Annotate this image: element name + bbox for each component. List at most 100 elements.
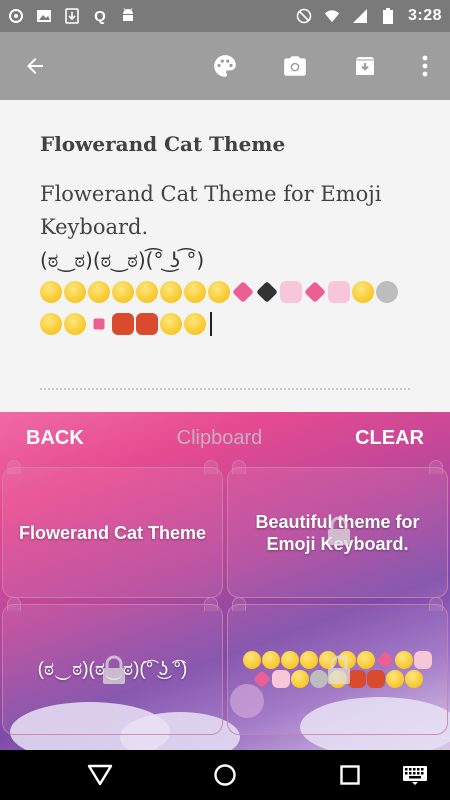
note-kaomoji: (ಠ‿ಠ)(ಠ‿ಠ)(͡° ͜ʖ ͡°) [40, 248, 205, 272]
grinning-emoji-icon [40, 281, 62, 303]
back-button[interactable] [0, 32, 70, 100]
crab-emoji-icon [112, 313, 134, 335]
smirk-emoji-icon [88, 281, 110, 303]
keyboard-switch-button[interactable] [385, 750, 445, 800]
smile-emoji-icon [136, 281, 158, 303]
divider [40, 388, 410, 390]
status-time: 3:28 [407, 7, 442, 24]
clipboard-item-text: Flowerand Cat Theme [18, 522, 207, 543]
note-line-2: Keyboard. [40, 215, 149, 239]
heart-emoji-icon [376, 651, 394, 669]
camera-icon [284, 56, 306, 76]
hundred-emoji-icon [366, 670, 385, 688]
hug-emoji-icon [404, 670, 423, 688]
nav-back-button[interactable] [60, 750, 140, 800]
archive-icon [356, 57, 374, 75]
wifi-icon [324, 8, 340, 24]
card-ear [429, 460, 443, 474]
thumbs-up-emoji-icon [271, 670, 290, 688]
note-body[interactable]: Flowerand Cat Theme for Emoji Keyboard. … [40, 178, 410, 340]
clipboard-back-button[interactable]: BACK [26, 427, 84, 450]
circle-home-icon [214, 764, 236, 786]
note-editor[interactable]: Flowerand Cat Theme Flowerand Cat Theme … [0, 100, 450, 412]
more-icon [422, 55, 428, 77]
card-ear [232, 460, 246, 474]
black-heart-emoji-icon [256, 281, 278, 303]
archive-button[interactable] [330, 32, 400, 100]
nav-home-button[interactable] [185, 750, 265, 800]
heart-emoji-icon [232, 281, 254, 303]
heart-eyes-emoji-icon [64, 281, 86, 303]
clipboard-item-2[interactable]: Beautiful theme for Emoji Keyboard. [227, 460, 448, 598]
nav-recents-button[interactable] [310, 750, 390, 800]
clipboard-header: BACK Clipboard CLEAR [0, 412, 450, 464]
camera-button[interactable] [260, 32, 330, 100]
smirk-emoji-icon [281, 651, 299, 669]
hug-emoji-icon [395, 651, 413, 669]
emoji-row-1 [40, 276, 410, 308]
card-ear [429, 597, 443, 611]
hands-emoji-icon [290, 670, 309, 688]
chick-emoji-icon [160, 281, 182, 303]
battery-icon [380, 8, 396, 24]
eyes-emoji-icon [93, 318, 105, 330]
arrow-back-icon [27, 58, 43, 74]
palette-icon [214, 55, 236, 77]
sync-icon [8, 8, 24, 24]
blush-emoji-icon [112, 281, 134, 303]
more-options-button[interactable] [400, 32, 450, 100]
lock-icon [103, 655, 125, 684]
navigation-bar [0, 750, 450, 800]
q-app-icon: Q [94, 7, 106, 25]
kiss-emoji-icon [208, 281, 230, 303]
theme-button[interactable] [190, 32, 260, 100]
lock-icon [328, 516, 350, 545]
keyboard-icon [403, 766, 427, 785]
thumbs-up-emoji-icon [328, 281, 350, 303]
hands-emoji-icon [352, 281, 374, 303]
card-ear [7, 460, 21, 474]
card-ear [7, 597, 21, 611]
two-hearts-emoji-icon [304, 281, 326, 303]
chick-emoji-icon [40, 313, 62, 335]
card-ear [232, 597, 246, 611]
scream-emoji-icon [385, 670, 404, 688]
clipboard-item-4[interactable] [227, 597, 448, 735]
scream-emoji-icon [160, 313, 182, 335]
card-ear [204, 597, 218, 611]
emoji-row-2 [40, 308, 410, 340]
clipboard-clear-button[interactable]: CLEAR [355, 427, 424, 450]
status-right-icons: 3:28 [296, 7, 442, 25]
cat-decoration [230, 684, 264, 718]
ok-hand-emoji-icon [280, 281, 302, 303]
lock-icon [328, 655, 350, 684]
text-cursor [210, 312, 212, 336]
hundred-emoji-icon [136, 313, 158, 335]
ok-hand-emoji-icon [414, 651, 432, 669]
kiss-emoji-icon [357, 651, 375, 669]
victory-hand-emoji-icon [309, 670, 328, 688]
status-bar: Q 3:28 [0, 0, 450, 32]
card-ear [204, 460, 218, 474]
heart-eyes-emoji-icon [262, 651, 280, 669]
keyboard-clipboard-panel: BACK Clipboard CLEAR Flowerand Cat Theme… [0, 412, 450, 750]
clipboard-title: Clipboard [176, 426, 263, 449]
do-not-disturb-icon [296, 8, 312, 24]
android-icon [120, 8, 136, 24]
see-no-evil-emoji-icon [64, 313, 86, 335]
download-icon [64, 8, 80, 24]
status-left-icons: Q [8, 7, 136, 25]
image-icon [36, 8, 52, 24]
app-bar-actions [190, 32, 450, 100]
hug-emoji-icon [184, 313, 206, 335]
clipboard-item-3[interactable]: (ಠ‿ಠ)(ಠ‿ಠ)(͡° ͜ʖ ͡°) [2, 597, 223, 735]
note-line-1: Flowerand Cat Theme for Emoji [40, 182, 382, 206]
clipboard-item-1[interactable]: Flowerand Cat Theme [2, 460, 223, 598]
app-bar [0, 32, 450, 100]
square-recents-icon [340, 765, 360, 785]
note-title[interactable]: Flowerand Cat Theme [40, 132, 410, 156]
hug-emoji-icon [184, 281, 206, 303]
signal-icon [352, 8, 368, 24]
victory-hand-emoji-icon [376, 281, 398, 303]
grinning-emoji-icon [243, 651, 261, 669]
